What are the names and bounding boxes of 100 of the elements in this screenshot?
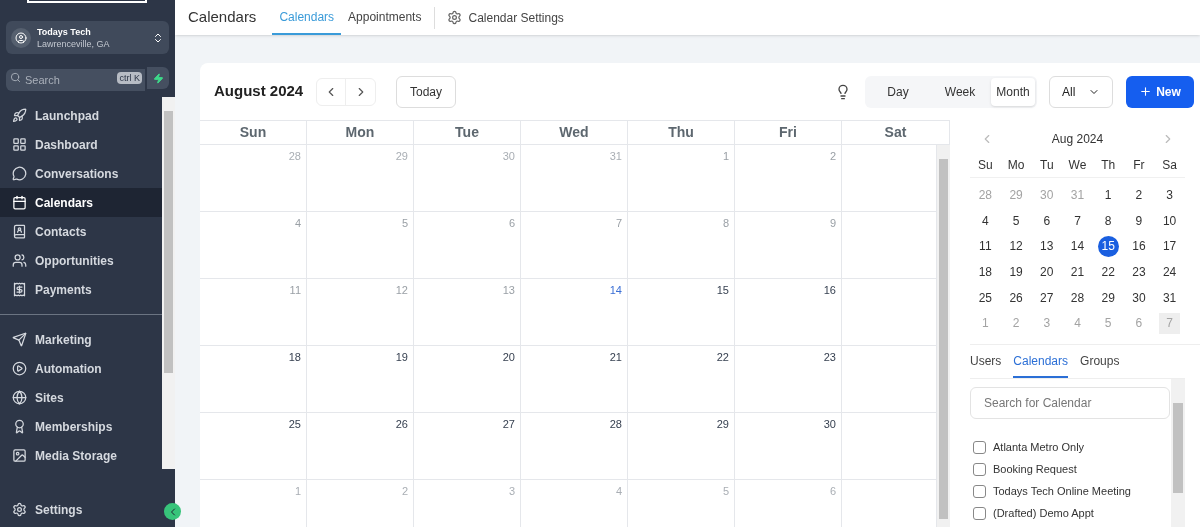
day-cell[interactable]: 25 xyxy=(200,413,307,480)
mini-day[interactable]: 7 xyxy=(1067,210,1088,232)
scrollbar[interactable] xyxy=(1171,379,1185,527)
day-number: 22 xyxy=(716,350,729,365)
view-option[interactable]: Day xyxy=(867,77,929,106)
mini-day[interactable]: 12 xyxy=(1005,235,1027,257)
day-number: 29 xyxy=(716,417,729,432)
nav-item[interactable]: Settings xyxy=(0,495,150,524)
nav-item[interactable]: Sites xyxy=(0,383,162,412)
nav-item[interactable]: Automation xyxy=(0,354,162,383)
checkbox[interactable] xyxy=(973,440,986,454)
calendar-settings-link[interactable]: Calendar Settings xyxy=(441,8,570,27)
day-cell[interactable]: 28 xyxy=(521,413,628,480)
day-cell[interactable]: 27 xyxy=(414,413,521,480)
panel-tab[interactable]: Calendars xyxy=(1013,345,1069,379)
weekday-label: Fr xyxy=(1132,157,1146,174)
up-down-chevron-icon xyxy=(152,31,164,44)
nav-item[interactable]: Payments xyxy=(0,275,162,304)
day-cell[interactable]: 23 xyxy=(735,346,842,413)
checkbox[interactable] xyxy=(973,462,986,476)
nav-item[interactable]: Memberships xyxy=(0,412,162,441)
nav-item[interactable]: Marketing xyxy=(0,325,162,354)
view-option[interactable]: Month xyxy=(991,77,1035,106)
tab[interactable]: Appointments xyxy=(341,0,429,35)
mini-day[interactable]: 25 xyxy=(974,287,996,309)
weekday-header: Fri xyxy=(735,121,842,145)
mini-day[interactable]: 3 xyxy=(1159,184,1181,206)
filter-dropdown[interactable]: All xyxy=(1049,75,1113,108)
mini-day[interactable]: 6 xyxy=(1036,210,1058,232)
view-option[interactable]: Week xyxy=(929,77,991,106)
day-cell[interactable]: 14 xyxy=(521,279,628,346)
day-cell[interactable]: 30 xyxy=(735,413,842,480)
nav-item[interactable]: Dashboard xyxy=(0,130,162,159)
mini-day[interactable]: 24 xyxy=(1159,261,1181,283)
mini-day[interactable]: 5 xyxy=(1005,210,1027,232)
day-cell[interactable]: 16 xyxy=(735,279,842,346)
day-cell[interactable]: 15 xyxy=(628,279,735,346)
day-cell[interactable]: 21 xyxy=(521,346,628,413)
mini-day[interactable]: 31 xyxy=(1159,287,1181,309)
paper-plane-icon xyxy=(12,332,27,347)
mini-day[interactable]: 19 xyxy=(1005,261,1027,283)
nav-item[interactable]: Calendars xyxy=(0,188,162,217)
mini-day[interactable]: 27 xyxy=(1036,287,1058,309)
day-cell[interactable]: 26 xyxy=(307,413,414,480)
collapse-button[interactable] xyxy=(164,503,181,520)
mini-day[interactable]: 8 xyxy=(1097,210,1119,232)
mini-day[interactable]: 4 xyxy=(974,210,996,232)
mini-day[interactable]: 13 xyxy=(1036,235,1058,257)
receipt-icon xyxy=(12,282,27,297)
mini-day[interactable]: 23 xyxy=(1128,261,1150,283)
weekday-label: Th xyxy=(1100,157,1117,174)
nav-item[interactable]: Opportunities xyxy=(0,246,162,275)
weekday-label: Su xyxy=(977,157,994,174)
mini-day[interactable]: 9 xyxy=(1128,210,1150,232)
day-cell[interactable]: 18 xyxy=(200,346,307,413)
mini-day[interactable]: 21 xyxy=(1067,261,1088,283)
day-cell[interactable]: 29 xyxy=(628,413,735,480)
day-cell[interactable]: 19 xyxy=(307,346,414,413)
mini-day[interactable]: 11 xyxy=(974,235,996,257)
calendar-name: (Drafted) Demo Appt xyxy=(993,505,1094,521)
new-button[interactable]: New xyxy=(1126,75,1194,108)
scrollbar[interactable] xyxy=(162,97,175,469)
weekday-header: Sun xyxy=(200,121,307,145)
account-switcher[interactable]: Todays Tech Lawrenceville, GA xyxy=(6,21,169,54)
globe-icon xyxy=(12,390,27,405)
panel-tab[interactable]: Users xyxy=(970,345,1002,379)
day-cell[interactable]: 22 xyxy=(628,346,735,413)
nav-item[interactable]: Contacts xyxy=(0,217,162,246)
mini-day[interactable]: 2 xyxy=(1128,184,1150,206)
day-number: 20 xyxy=(502,350,515,365)
calendar-name: Todays Tech Online Meeting xyxy=(993,483,1131,499)
mini-day[interactable]: 30 xyxy=(1128,287,1150,309)
mini-day[interactable]: 26 xyxy=(1005,287,1027,309)
panel-tab[interactable]: Groups xyxy=(1080,345,1120,379)
mini-day[interactable]: 15 xyxy=(1097,235,1119,257)
calendar-search-field[interactable]: Search for Calendar xyxy=(970,387,1170,420)
mini-day[interactable]: 14 xyxy=(1067,235,1088,257)
day-number: 18 xyxy=(288,350,301,365)
checkbox[interactable] xyxy=(973,484,986,498)
weekday-header: Tue xyxy=(414,121,521,145)
mini-day[interactable]: 20 xyxy=(1036,261,1058,283)
mini-day[interactable]: 18 xyxy=(974,261,996,283)
mini-day[interactable]: 10 xyxy=(1159,210,1181,232)
scrollbar[interactable] xyxy=(937,145,950,527)
quick-action-button[interactable] xyxy=(147,67,169,89)
mini-day[interactable]: 22 xyxy=(1097,261,1119,283)
mini-day[interactable]: 16 xyxy=(1128,235,1150,257)
mini-day[interactable]: 1 xyxy=(1097,184,1119,206)
day-number: 29 xyxy=(395,149,408,164)
day-number: 3 xyxy=(508,484,515,499)
day-cell[interactable]: 20 xyxy=(414,346,521,413)
mini-day[interactable]: 29 xyxy=(1097,287,1119,309)
nav-item[interactable]: Launchpad xyxy=(0,101,162,130)
nav-item[interactable]: Conversations xyxy=(0,159,162,188)
nav-item[interactable]: Media Storage xyxy=(0,441,162,470)
lightbulb-icon[interactable] xyxy=(835,83,851,100)
mini-day[interactable]: 28 xyxy=(1067,287,1088,309)
today-button[interactable]: Today xyxy=(396,75,457,108)
mini-day[interactable]: 17 xyxy=(1159,235,1181,257)
checkbox[interactable] xyxy=(973,506,986,520)
